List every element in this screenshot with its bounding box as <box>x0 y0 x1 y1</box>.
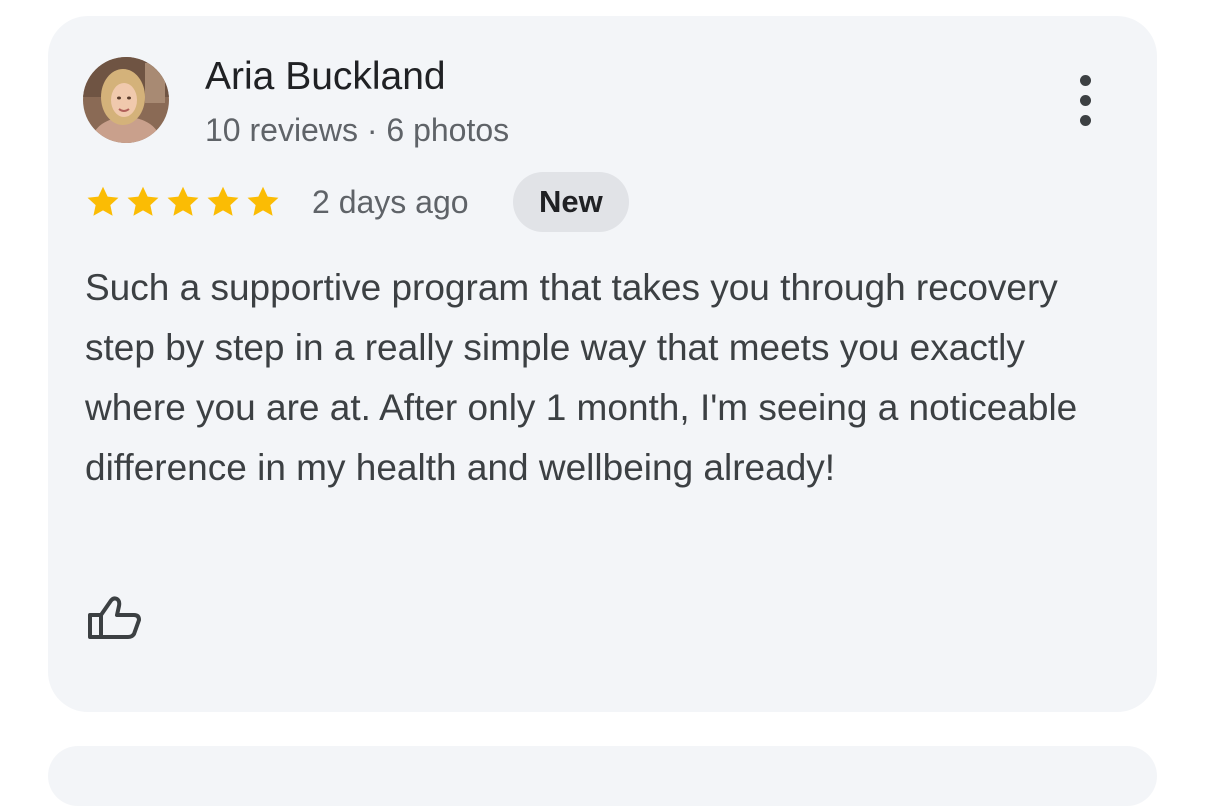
more-vert-icon <box>1079 94 1091 106</box>
review-time: 2 days ago <box>312 184 469 220</box>
avatar[interactable] <box>83 57 169 143</box>
star-icon <box>127 186 159 216</box>
author-name[interactable]: Aria Buckland <box>205 54 446 100</box>
star-icon <box>87 186 119 216</box>
next-review-card <box>48 746 1157 806</box>
star-icon <box>207 186 239 216</box>
more-options-button[interactable] <box>1062 68 1108 132</box>
author-meta: 10 reviews · 6 photos <box>205 112 510 148</box>
more-vert-icon <box>1079 74 1091 86</box>
like-button[interactable] <box>84 592 146 654</box>
review-text: Such a supportive program that takes you… <box>85 267 1078 488</box>
thumbs-up-icon <box>88 596 141 639</box>
star-icon <box>167 186 199 216</box>
star-rating <box>85 182 285 222</box>
new-badge: New <box>513 172 629 232</box>
star-icon <box>247 186 279 216</box>
more-vert-icon <box>1079 114 1091 126</box>
